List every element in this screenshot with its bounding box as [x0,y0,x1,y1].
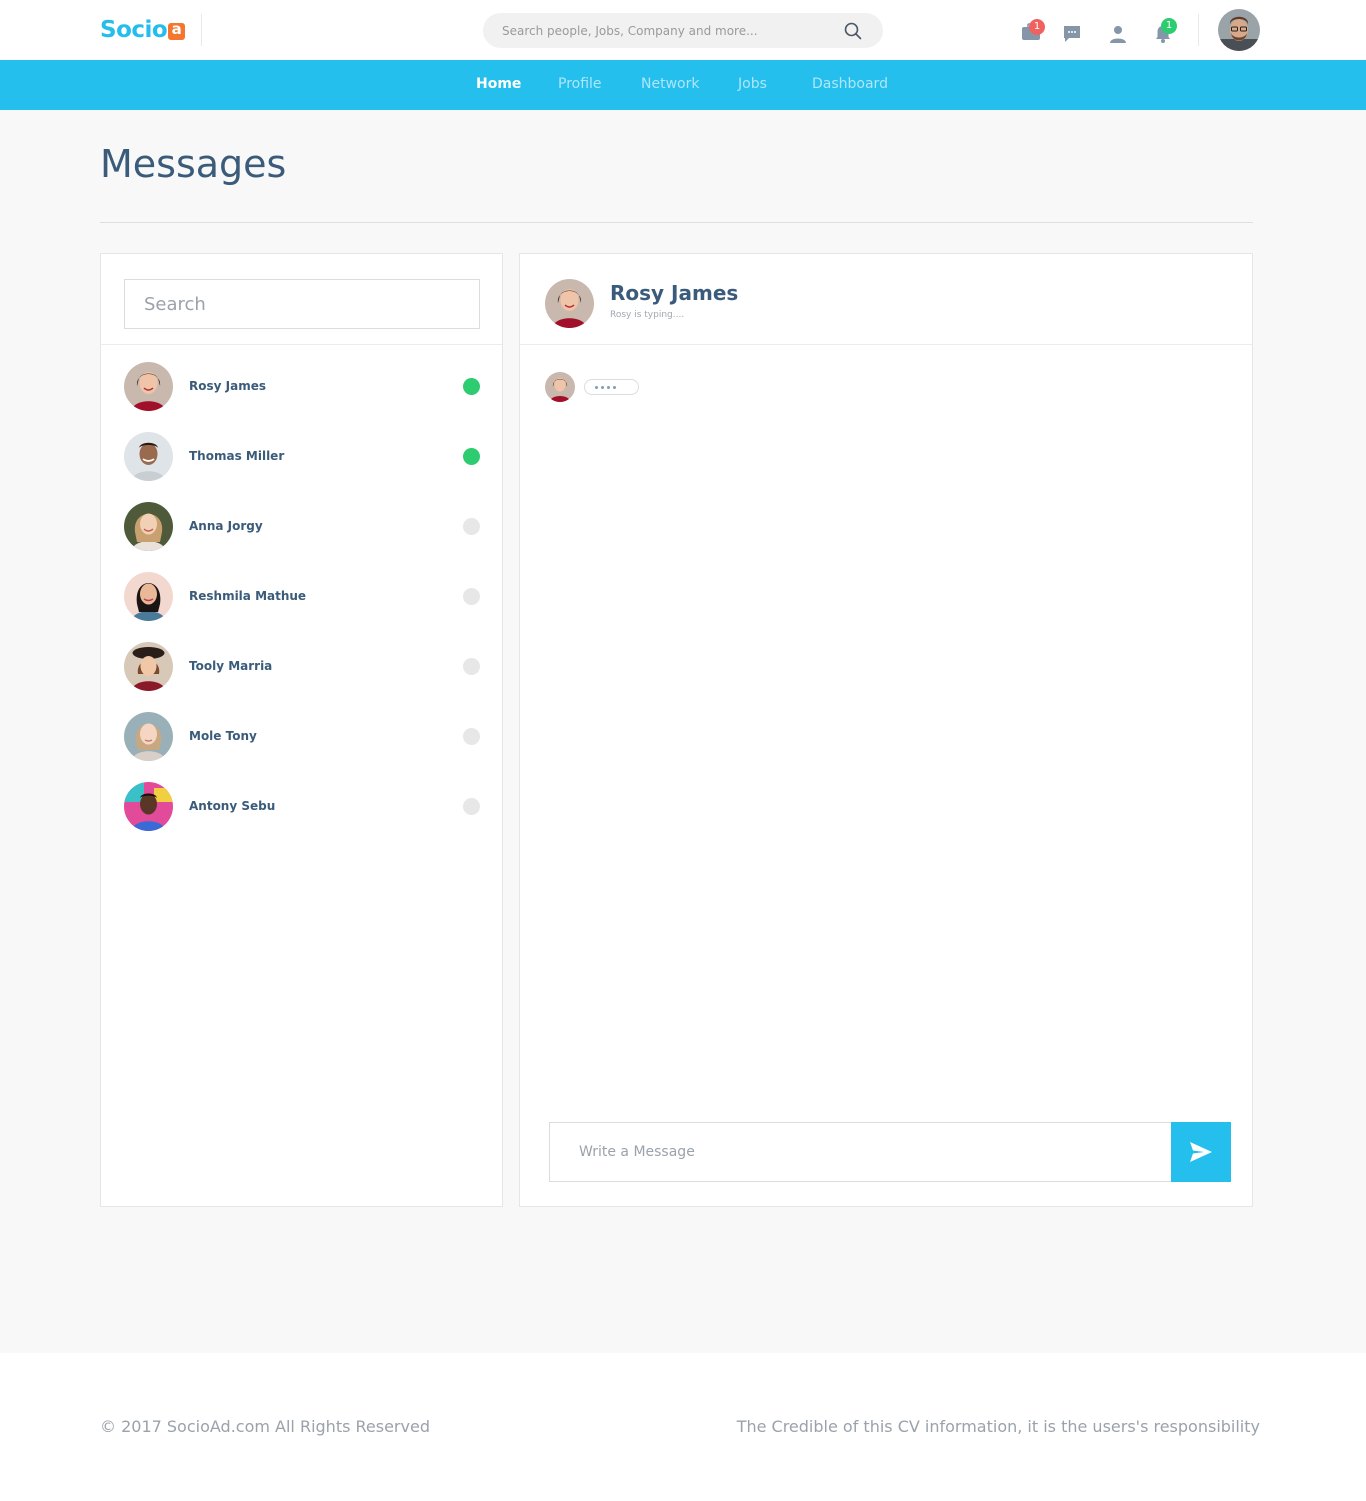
nav-dashboard[interactable]: Dashboard [812,76,888,92]
top-bar: Socio 1 1 [0,0,1366,60]
chat-contact-name[interactable]: Rosy James [610,281,738,305]
offline-status-icon [463,518,480,535]
typing-indicator-icon [584,379,639,395]
divider [1198,14,1199,46]
logo-text: Socio [100,17,168,43]
contact-name: Tooly Marria [189,659,273,673]
disclaimer-text: The Credible of this CV information, it … [736,1417,1260,1436]
divider [100,222,1253,223]
ad-badge-icon [168,20,186,40]
avatar [124,362,173,411]
nav-home[interactable]: Home [476,76,521,92]
offline-status-icon [463,798,480,815]
online-status-icon [463,378,480,395]
contact-item[interactable]: Rosy James [124,362,481,412]
contact-name: Rosy James [189,379,266,393]
contact-search [124,279,480,329]
global-search-input[interactable] [483,13,833,48]
send-icon [1189,1141,1213,1163]
avatar[interactable] [1218,9,1260,51]
logo[interactable]: Socio [100,16,186,44]
divider [201,14,202,46]
avatar[interactable] [545,279,594,328]
nav-network[interactable]: Network [641,76,699,92]
nav-jobs[interactable]: Jobs [738,76,767,92]
search-icon[interactable] [843,21,863,41]
avatar [545,372,575,402]
contacts-panel: Rosy James Thomas Miller Anna Jorgy Resh… [100,253,503,1207]
notification-badge: 1 [1029,19,1045,35]
user-icon[interactable] [1108,24,1128,44]
notification-badge: 1 [1161,18,1177,34]
contact-item[interactable]: Reshmila Mathue [124,572,481,622]
contact-search-input[interactable] [125,280,479,328]
contact-item[interactable]: Thomas Miller [124,432,481,482]
divider [520,344,1252,345]
footer: © 2017 SocioAd.com All Rights Reserved T… [0,1353,1366,1501]
contact-item[interactable]: Anna Jorgy [124,502,481,552]
contact-item[interactable]: Antony Sebu [124,782,481,832]
typing-status: Rosy is typing.... [610,310,685,320]
offline-status-icon [463,588,480,605]
avatar [124,642,173,691]
message-input[interactable] [549,1122,1172,1182]
send-button[interactable] [1171,1122,1231,1182]
avatar [124,502,173,551]
avatar [124,712,173,761]
main-nav: Home Profile Network Jobs Dashboard [0,60,1366,110]
contact-item[interactable]: Mole Tony [124,712,481,762]
contact-name: Thomas Miller [189,449,285,463]
contact-name: Antony Sebu [189,799,276,813]
chat-panel: Rosy James Rosy is typing.... [519,253,1253,1207]
copyright-text: © 2017 SocioAd.com All Rights Reserved [100,1417,430,1436]
avatar [124,782,173,831]
avatar [124,572,173,621]
offline-status-icon [463,658,480,675]
nav-profile[interactable]: Profile [558,76,602,92]
chat-icon[interactable] [1062,24,1082,44]
offline-status-icon [463,728,480,745]
contact-name: Anna Jorgy [189,519,263,533]
avatar [124,432,173,481]
online-status-icon [463,448,480,465]
message-composer [549,1122,1232,1182]
global-search [483,13,883,48]
page-title: Messages [100,142,287,186]
contact-name: Reshmila Mathue [189,589,307,603]
divider [101,344,502,345]
contact-name: Mole Tony [189,729,257,743]
contact-item[interactable]: Tooly Marria [124,642,481,692]
